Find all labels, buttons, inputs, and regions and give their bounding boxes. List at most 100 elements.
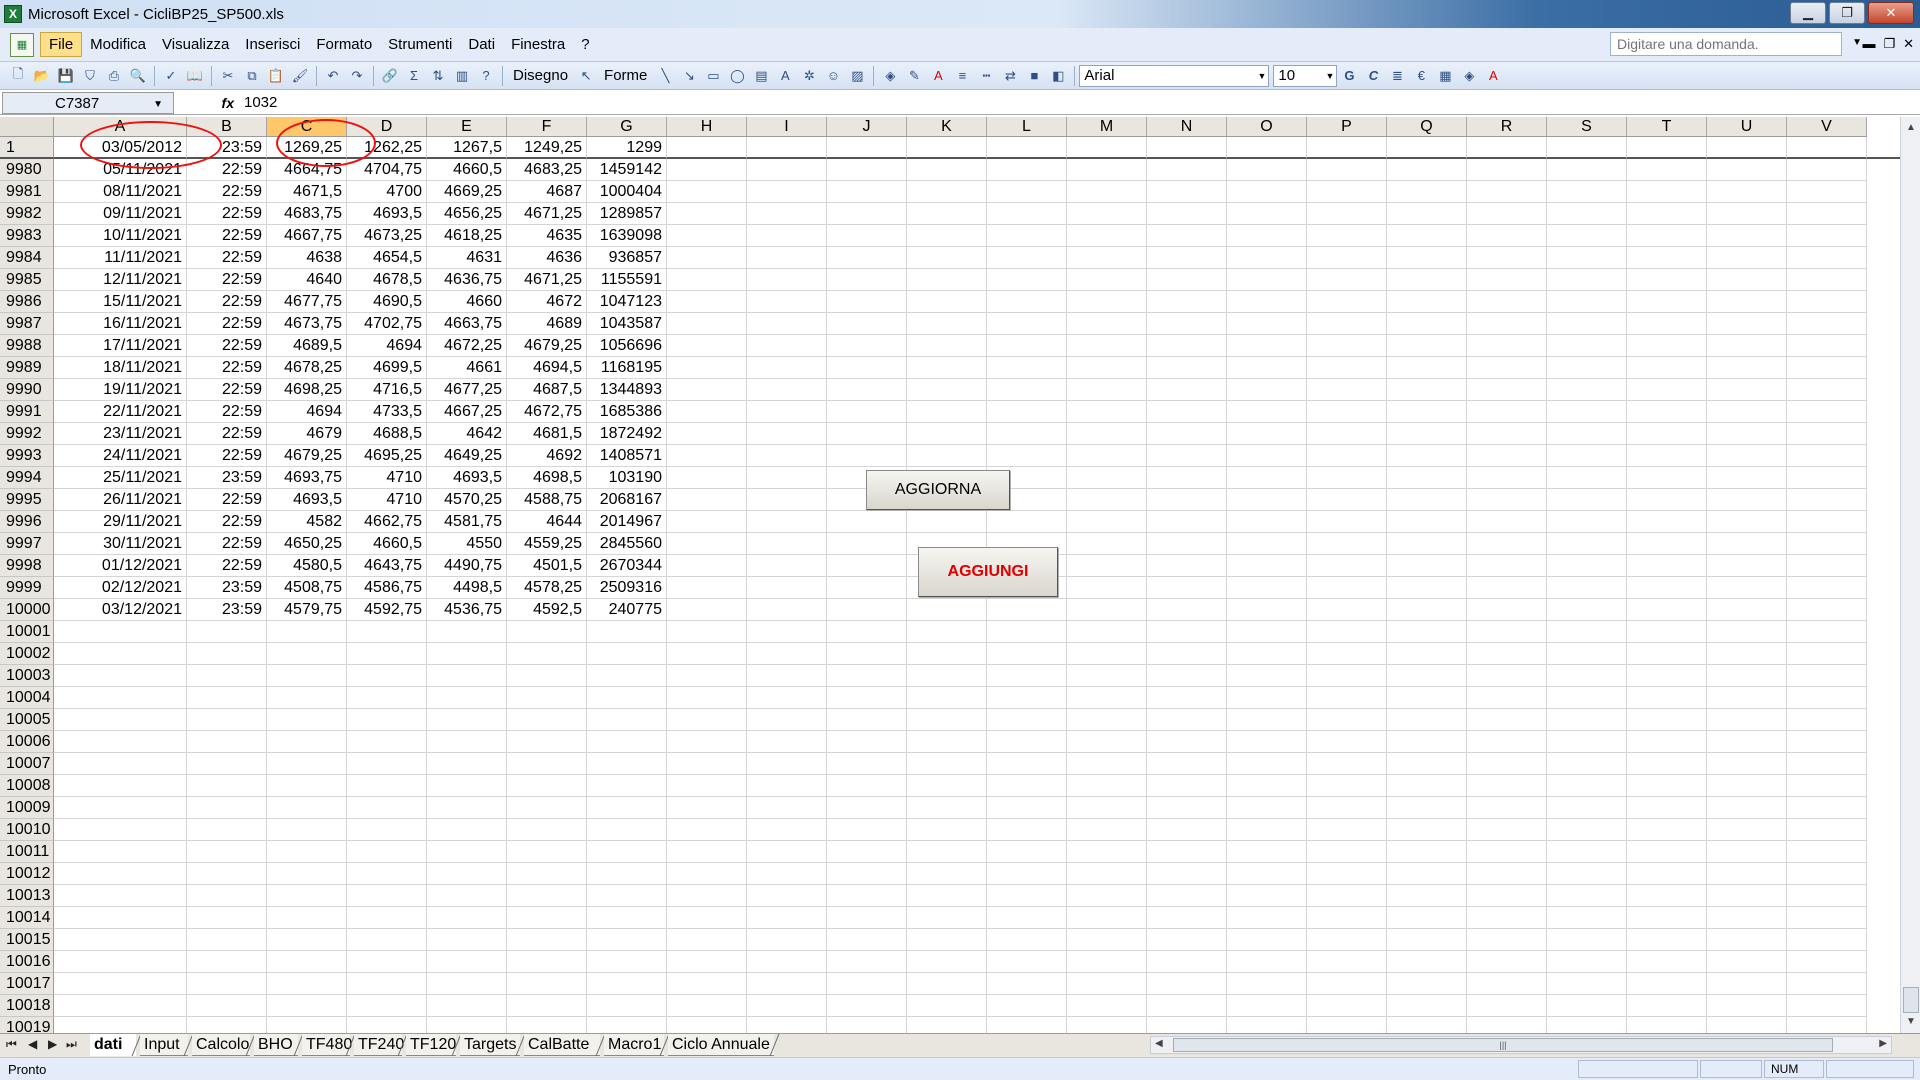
grid-cell[interactable] — [667, 973, 747, 995]
row-header[interactable]: 9999 — [0, 577, 54, 599]
grid-cell[interactable] — [987, 225, 1067, 247]
grid-cell[interactable] — [747, 973, 827, 995]
grid-cell[interactable] — [827, 577, 907, 599]
grid-cell[interactable] — [1307, 489, 1387, 511]
grid-cell[interactable] — [827, 907, 907, 929]
grid-cell[interactable] — [1307, 951, 1387, 973]
grid-cell[interactable] — [54, 753, 187, 775]
grid-cell[interactable]: 22:59 — [187, 555, 267, 577]
grid-cell[interactable] — [1547, 159, 1627, 181]
grid-cell[interactable] — [267, 687, 347, 709]
grid-cell[interactable] — [1387, 643, 1467, 665]
column-header-f[interactable]: F — [507, 117, 587, 137]
grid-cell[interactable] — [267, 907, 347, 929]
first-sheet-icon[interactable]: ⏮ — [6, 1037, 17, 1052]
grid-cell[interactable] — [1307, 401, 1387, 423]
column-header-k[interactable]: K — [907, 117, 987, 137]
grid-cell[interactable] — [747, 203, 827, 225]
grid-cell[interactable] — [587, 797, 667, 819]
grid-cell[interactable] — [1547, 401, 1627, 423]
grid-cell[interactable] — [1707, 445, 1787, 467]
grid-cell[interactable] — [1707, 225, 1787, 247]
grid-cell[interactable] — [747, 797, 827, 819]
grid-cell[interactable] — [1707, 313, 1787, 335]
grid-cell[interactable] — [1787, 181, 1867, 203]
grid-cell[interactable] — [1627, 599, 1707, 621]
grid-cell[interactable]: 1685386 — [587, 401, 667, 423]
grid-cell[interactable] — [1547, 555, 1627, 577]
row-header[interactable]: 9998 — [0, 555, 54, 577]
grid-cell[interactable] — [1307, 247, 1387, 269]
column-header-q[interactable]: Q — [1387, 117, 1467, 137]
grid-cell[interactable] — [1227, 225, 1307, 247]
row-header[interactable]: 10005 — [0, 709, 54, 731]
grid-cell[interactable] — [667, 907, 747, 929]
grid-cell[interactable] — [827, 709, 907, 731]
grid-cell[interactable] — [987, 863, 1067, 885]
grid-cell[interactable] — [907, 313, 987, 335]
grid-cell[interactable] — [667, 643, 747, 665]
grid-cell[interactable] — [907, 401, 987, 423]
grid-cell[interactable] — [1387, 775, 1467, 797]
grid-cell[interactable] — [1787, 709, 1867, 731]
grid-cell[interactable]: 4662,75 — [347, 511, 427, 533]
grid-cell[interactable] — [1307, 929, 1387, 951]
grid-cell[interactable]: 4636,75 — [427, 269, 507, 291]
grid-cell[interactable]: 4579,75 — [267, 599, 347, 621]
grid-cell[interactable] — [1307, 841, 1387, 863]
grid-cell[interactable] — [1387, 995, 1467, 1017]
grid-cell[interactable] — [1387, 555, 1467, 577]
grid-cell[interactable]: 22/11/2021 — [54, 401, 187, 423]
grid-cell[interactable] — [1467, 159, 1547, 181]
copy-icon[interactable]: ⧉ — [242, 66, 262, 86]
grid-cell[interactable] — [747, 335, 827, 357]
redo-icon[interactable]: ↷ — [347, 66, 367, 86]
grid-cell[interactable] — [1547, 863, 1627, 885]
pointer-icon[interactable]: ↖ — [576, 66, 596, 86]
grid-cell[interactable] — [507, 951, 587, 973]
grid-cell[interactable] — [667, 995, 747, 1017]
font-size-select[interactable]: 10 ▼ — [1273, 64, 1338, 87]
grid-cell[interactable]: 4649,25 — [427, 445, 507, 467]
grid-cell[interactable]: 03/12/2021 — [54, 599, 187, 621]
grid-cell[interactable] — [1387, 291, 1467, 313]
grid-cell[interactable] — [1787, 665, 1867, 687]
grid-cell[interactable] — [1787, 819, 1867, 841]
grid-cell[interactable] — [1707, 159, 1787, 181]
grid-cell[interactable] — [1467, 775, 1547, 797]
grid-cell[interactable] — [1307, 753, 1387, 775]
grid-cell[interactable] — [1147, 1017, 1227, 1033]
grid-cell[interactable] — [1147, 951, 1227, 973]
grid-cell[interactable] — [1467, 797, 1547, 819]
grid-cell[interactable] — [1067, 775, 1147, 797]
help-search-input[interactable] — [1610, 32, 1842, 56]
grid-cell[interactable] — [1467, 225, 1547, 247]
grid-cell[interactable] — [747, 819, 827, 841]
grid-cell[interactable] — [667, 247, 747, 269]
grid-cell[interactable] — [1387, 269, 1467, 291]
menu-dati[interactable]: Dati — [460, 33, 503, 56]
grid-cell[interactable] — [907, 995, 987, 1017]
grid-cell[interactable] — [1147, 907, 1227, 929]
grid-cell[interactable] — [827, 973, 907, 995]
grid-cell[interactable] — [1067, 137, 1147, 159]
row-header[interactable]: 9991 — [0, 401, 54, 423]
grid-cell[interactable] — [1307, 181, 1387, 203]
grid-cell[interactable] — [1627, 973, 1707, 995]
grid-cell[interactable] — [907, 797, 987, 819]
grid-cell[interactable] — [827, 929, 907, 951]
grid-cell[interactable] — [54, 863, 187, 885]
grid-cell[interactable] — [1067, 929, 1147, 951]
grid-cell[interactable] — [1627, 907, 1707, 929]
grid-cell[interactable] — [1467, 687, 1547, 709]
grid-cell[interactable] — [1547, 291, 1627, 313]
grid-cell[interactable] — [1067, 357, 1147, 379]
grid-cell[interactable]: 4501,5 — [507, 555, 587, 577]
grid-cell[interactable] — [1467, 973, 1547, 995]
grid-cell[interactable] — [747, 665, 827, 687]
grid-cell[interactable]: 4644 — [507, 511, 587, 533]
grid-cell[interactable]: 4586,75 — [347, 577, 427, 599]
grid-cell[interactable] — [1787, 533, 1867, 555]
grid-cell[interactable]: 4581,75 — [427, 511, 507, 533]
grid-cell[interactable] — [987, 511, 1067, 533]
